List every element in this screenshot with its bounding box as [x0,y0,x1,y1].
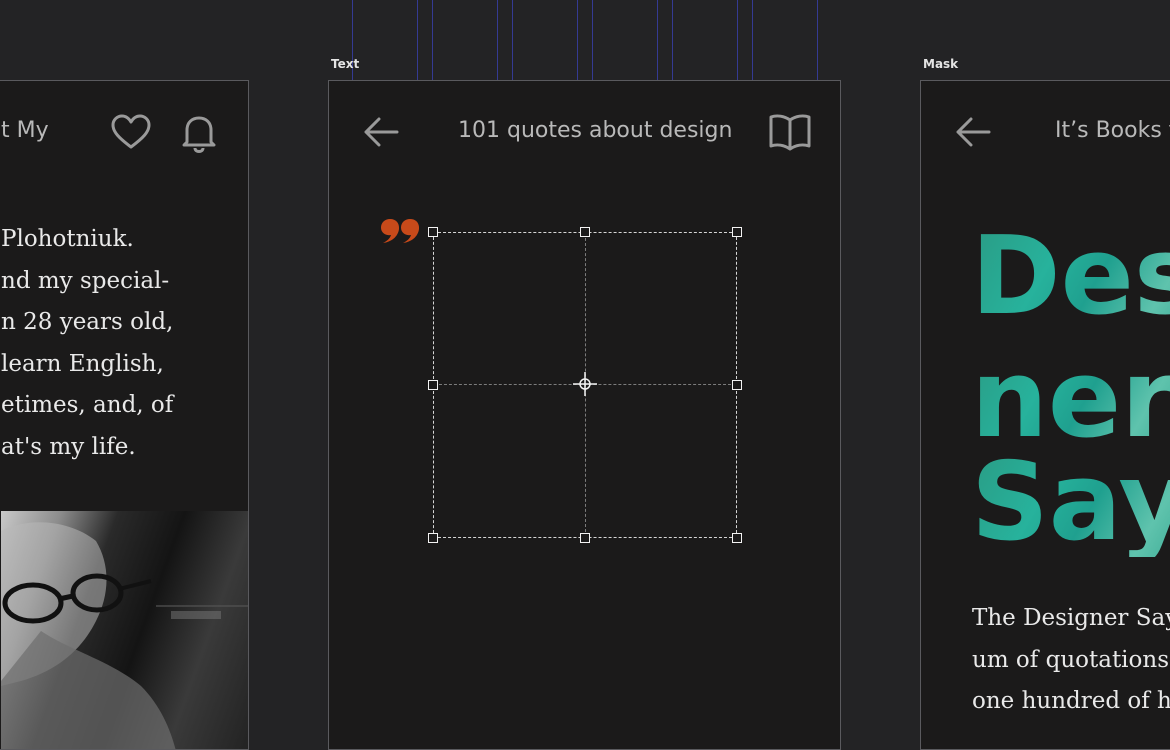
body-line: one hundred of h [972,688,1170,714]
bell-icon[interactable] [179,113,219,157]
resize-handle-bottom-left[interactable] [428,533,438,543]
bio-line: at's my life. [1,434,136,460]
resize-handle-bottom-right[interactable] [732,533,742,543]
heading-line: Des [971,223,1170,331]
heading-line: ner [971,346,1170,454]
resize-handle-top-left[interactable] [428,227,438,237]
crosshair-icon[interactable] [573,372,597,400]
resize-handle-left[interactable] [428,380,438,390]
quote-mark-icon [381,219,420,249]
resize-handle-bottom[interactable] [580,533,590,543]
resize-handle-top-right[interactable] [732,227,742,237]
bio-line: Plohotniuk. [1,226,134,252]
artboard-mask[interactable]: It’s Books f Des ner Say The Designer Sa… [920,80,1170,750]
bio-line: learn English, [1,351,164,377]
book-icon[interactable] [769,113,811,155]
screen-title: 101 quotes about design [458,118,733,143]
resize-handle-top[interactable] [580,227,590,237]
arrow-left-icon[interactable] [363,116,399,152]
bio-line: etimes, and, of [1,392,174,418]
screen-title: t My [1,118,49,143]
artboard-label: Text [331,57,360,71]
bio-line: nd my special- [1,268,170,294]
body-line: um of quotations [972,647,1170,673]
profile-photo [1,511,248,749]
artboard-profile[interactable]: t My Plohotniuk. nd my special- n 28 yea… [0,80,249,750]
heading-line: Say [971,449,1170,557]
resize-handle-right[interactable] [732,380,742,390]
heart-icon[interactable] [111,114,151,154]
arrow-left-icon[interactable] [955,116,991,152]
artboard-label: Mask [923,57,959,71]
bio-line: n 28 years old, [1,309,174,335]
body-line: The Designer Say [972,605,1170,631]
screen-title: It’s Books f [1055,118,1170,143]
